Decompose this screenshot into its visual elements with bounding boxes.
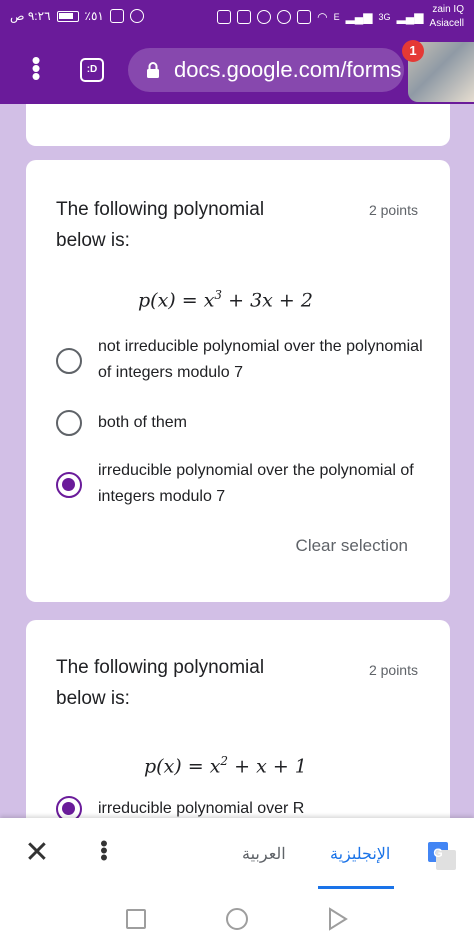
option-both[interactable]: both of them: [56, 408, 436, 438]
url-bar[interactable]: docs.google.com/forms: [128, 48, 404, 92]
source-language-tab[interactable]: العربية: [242, 844, 286, 864]
close-icon[interactable]: ✕: [22, 838, 52, 868]
svg-text:G: G: [433, 846, 442, 860]
translate-bar: ✕ • • • العربية الإنجليزية G: [0, 818, 474, 892]
carrier-info: zain IQ Asiacell: [430, 3, 464, 31]
carrier-1: zain IQ: [432, 4, 464, 15]
question-card-2: The following polynomial below is: 2 poi…: [26, 620, 450, 830]
formula-rest: + x + 1: [234, 755, 307, 778]
network-type-b: 3G: [378, 12, 391, 22]
polynomial-formula: p(x) = x2 + x + 1: [144, 754, 307, 778]
formula-rest: + 3x + 2: [228, 289, 313, 312]
clock: ٩:٢٦ ص: [10, 9, 51, 23]
network-type-a: E: [333, 12, 340, 22]
question-points: 2 points: [368, 202, 418, 218]
clear-selection-button[interactable]: Clear selection: [296, 536, 408, 556]
google-translate-icon[interactable]: G: [428, 842, 456, 870]
option-label: both of them: [98, 414, 187, 431]
status-right: ◠ E ▂▄▆ 3G ▂▄▆ zain IQ Asiacell: [217, 3, 464, 31]
notification-badge: 1: [402, 40, 424, 62]
signal-icon: ▂▄▆: [345, 10, 373, 24]
tab-switcher-button[interactable]: :D: [80, 58, 104, 82]
status-bar: ٩:٢٦ ص ٪٥١ ◠ E ▂▄▆ 3G ▂▄▆ zain IQ Asiace…: [0, 0, 474, 36]
chat-icon: [297, 10, 312, 24]
signal-icon-2: ▂▄▆: [396, 10, 424, 24]
system-nav-bar: [0, 892, 474, 948]
active-tab-indicator: [318, 886, 394, 889]
status-left: ٩:٢٦ ص ٪٥١: [10, 9, 144, 23]
home-icon[interactable]: [226, 908, 248, 930]
battery-icon: [56, 10, 79, 22]
question-title: The following polynomial below is:: [56, 199, 265, 251]
messenger-icon: [257, 10, 272, 24]
radio-button[interactable]: [56, 410, 82, 436]
option-label: not irreducible polynomial over the poly…: [98, 338, 423, 381]
carrier-2: Asiacell: [429, 18, 464, 29]
menu-icon[interactable]: • • •: [26, 47, 46, 89]
recent-apps-icon[interactable]: [126, 909, 146, 929]
back-icon[interactable]: [326, 907, 350, 931]
radio-button-selected[interactable]: [56, 472, 82, 498]
instagram-icon: [217, 10, 232, 24]
question-points: 2 points: [368, 662, 418, 678]
question-card-1: The following polynomial below is: 2 poi…: [26, 160, 450, 602]
wifi-icon: ◠: [317, 10, 328, 24]
option-label: irreducible polynomial over the polynomi…: [98, 462, 414, 505]
formula-exponent: 3: [214, 288, 223, 302]
option-irreducible[interactable]: irreducible polynomial over the polynomi…: [56, 458, 436, 514]
previous-question-card: [26, 104, 450, 146]
messenger-outline-icon: [277, 10, 292, 24]
formula-lhs: p(x): [144, 755, 182, 778]
question-title: The following polynomial below is:: [56, 657, 265, 709]
option-not-irreducible[interactable]: not irreducible polynomial over the poly…: [56, 334, 436, 390]
radio-button[interactable]: [56, 348, 82, 374]
browser-toolbar: • • • :D docs.google.com/forms 1: [0, 36, 474, 104]
battery-level: ٪٥١: [84, 9, 104, 23]
calendar-icon: [237, 10, 252, 24]
eye-icon: [129, 9, 144, 23]
formula-exponent: 2: [220, 754, 229, 768]
formula-lhs: p(x): [138, 289, 176, 312]
formula-var: x: [203, 289, 215, 312]
url-text: docs.google.com/forms: [174, 57, 402, 82]
target-language-tab[interactable]: الإنجليزية: [330, 844, 390, 864]
vibrate-icon: [109, 9, 124, 23]
more-options-icon[interactable]: • • •: [96, 833, 112, 870]
polynomial-formula: p(x) = x3 + 3x + 2: [138, 288, 313, 312]
lock-icon: [147, 62, 159, 78]
formula-var: x: [209, 755, 221, 778]
